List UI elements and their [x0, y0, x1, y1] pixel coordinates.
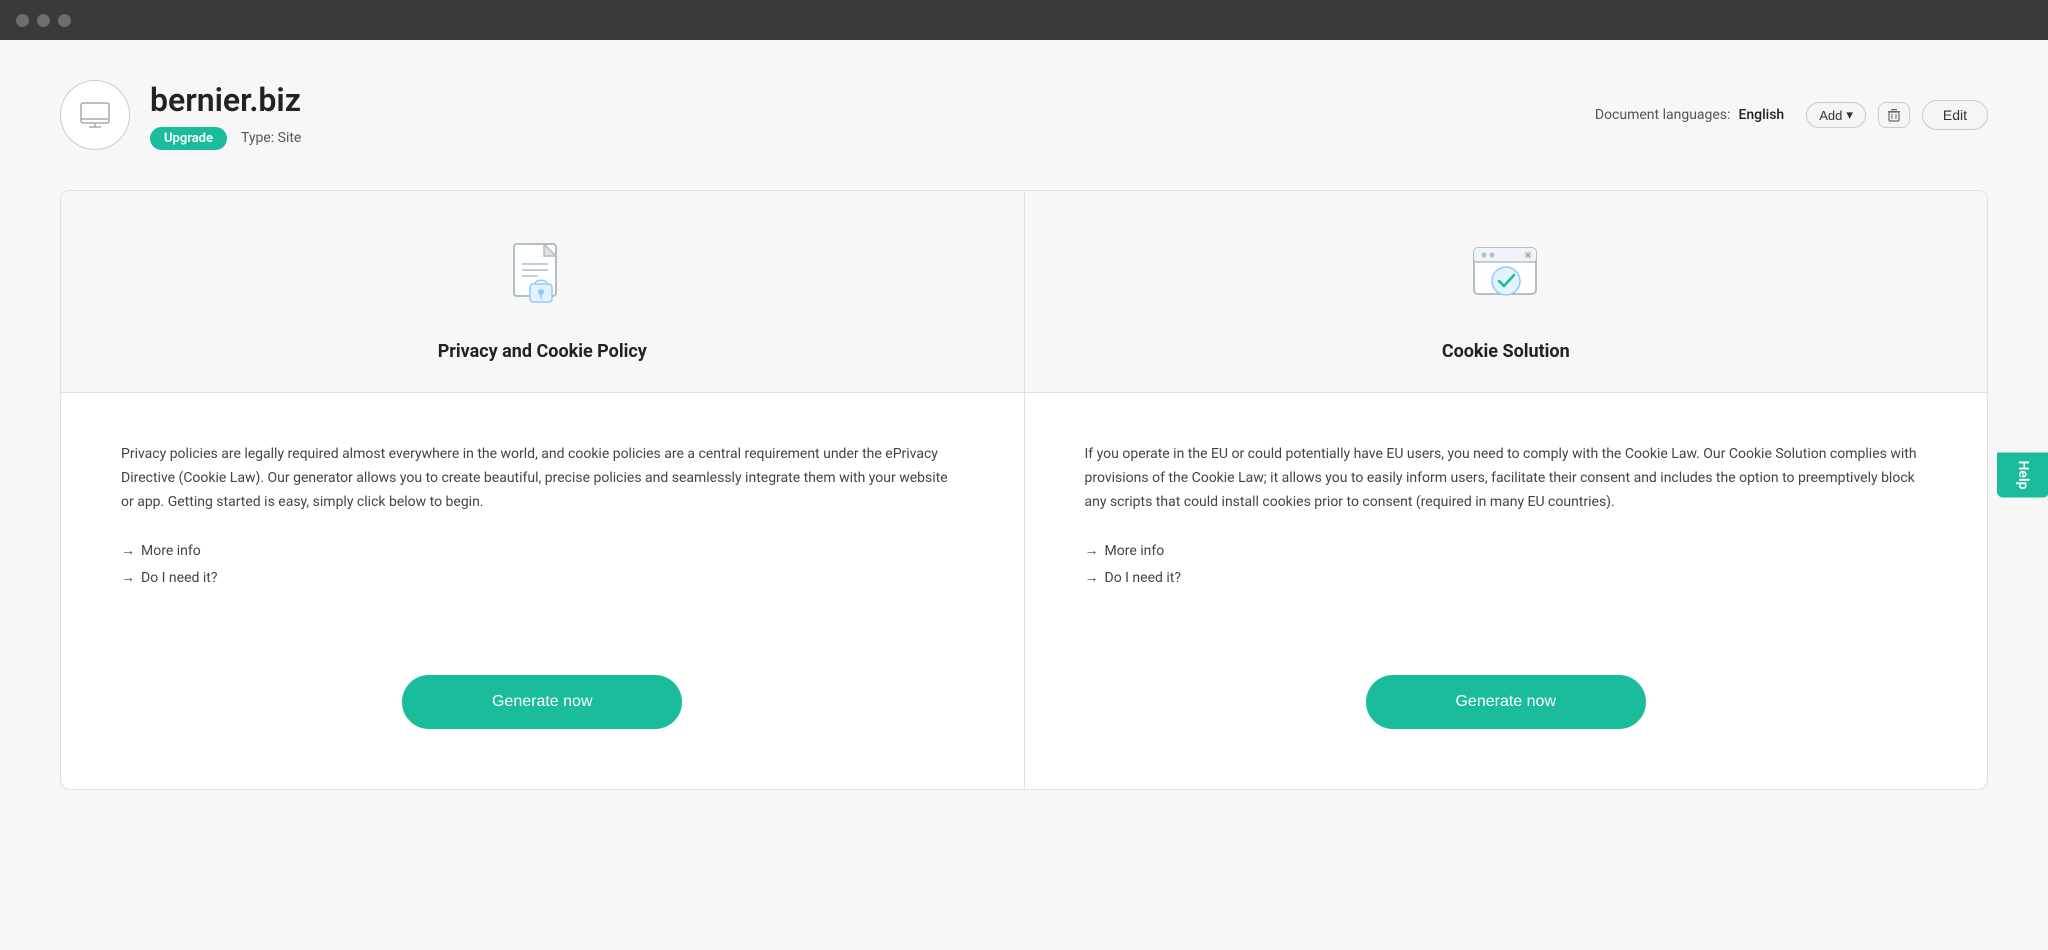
doc-languages: Document languages: English	[1595, 107, 1784, 123]
upgrade-badge[interactable]: Upgrade	[150, 127, 227, 150]
cookie-links: → More info → Do I need it?	[1085, 542, 1928, 586]
header-meta: Upgrade Type: Site	[150, 127, 301, 150]
more-info-cookie-link[interactable]: → More info	[1085, 542, 1928, 559]
privacy-card-title: Privacy and Cookie Policy	[438, 341, 647, 362]
page-header: bernier.biz Upgrade Type: Site Document …	[60, 80, 1988, 150]
cookie-solution-card: Cookie Solution If you operate in the EU…	[1025, 191, 1988, 789]
cookie-card-body: If you operate in the EU or could potent…	[1025, 393, 1988, 789]
privacy-generate-wrap: Generate now	[121, 635, 964, 749]
site-title: bernier.biz	[150, 81, 301, 119]
maximize-dot	[58, 14, 71, 27]
privacy-card-header: Privacy and Cookie Policy	[61, 191, 1024, 393]
window-controls	[16, 14, 71, 27]
edit-button[interactable]: Edit	[1922, 100, 1988, 130]
cookie-card-title: Cookie Solution	[1442, 341, 1570, 362]
do-i-need-it-cookie-link[interactable]: → Do I need it?	[1085, 569, 1928, 586]
add-language-button[interactable]: Add ▾	[1806, 102, 1866, 128]
privacy-links: → More info → Do I need it?	[121, 542, 964, 586]
cards-container: Privacy and Cookie Policy Privacy polici…	[60, 190, 1988, 790]
titlebar	[0, 0, 2048, 40]
site-title-block: bernier.biz Upgrade Type: Site	[150, 81, 301, 150]
site-icon	[60, 80, 130, 150]
close-dot	[16, 14, 29, 27]
cookie-description: If you operate in the EU or could potent…	[1085, 443, 1928, 514]
cookie-generate-wrap: Generate now	[1085, 635, 1928, 749]
minimize-dot	[37, 14, 50, 27]
privacy-card-body: Privacy policies are legally required al…	[61, 393, 1024, 789]
privacy-generate-button[interactable]: Generate now	[402, 675, 682, 729]
header-right: Document languages: English Add ▾ Edit	[1595, 100, 1988, 130]
privacy-cookie-icon	[497, 231, 587, 321]
more-info-privacy-link[interactable]: → More info	[121, 542, 964, 559]
privacy-policy-card: Privacy and Cookie Policy Privacy polici…	[61, 191, 1025, 789]
header-left: bernier.biz Upgrade Type: Site	[60, 80, 301, 150]
cookie-generate-button[interactable]: Generate now	[1366, 675, 1646, 729]
type-label: Type: Site	[241, 130, 301, 146]
language-value: English	[1738, 107, 1784, 123]
main-content: bernier.biz Upgrade Type: Site Document …	[0, 40, 2048, 950]
doc-languages-label: Document languages:	[1595, 107, 1731, 123]
delete-language-button[interactable]	[1878, 102, 1910, 128]
privacy-description: Privacy policies are legally required al…	[121, 443, 964, 514]
do-i-need-it-privacy-link[interactable]: → Do I need it?	[121, 569, 964, 586]
cookie-card-header: Cookie Solution	[1025, 191, 1988, 393]
help-tab[interactable]: Help	[1997, 453, 2048, 498]
cookie-solution-icon	[1461, 231, 1551, 321]
